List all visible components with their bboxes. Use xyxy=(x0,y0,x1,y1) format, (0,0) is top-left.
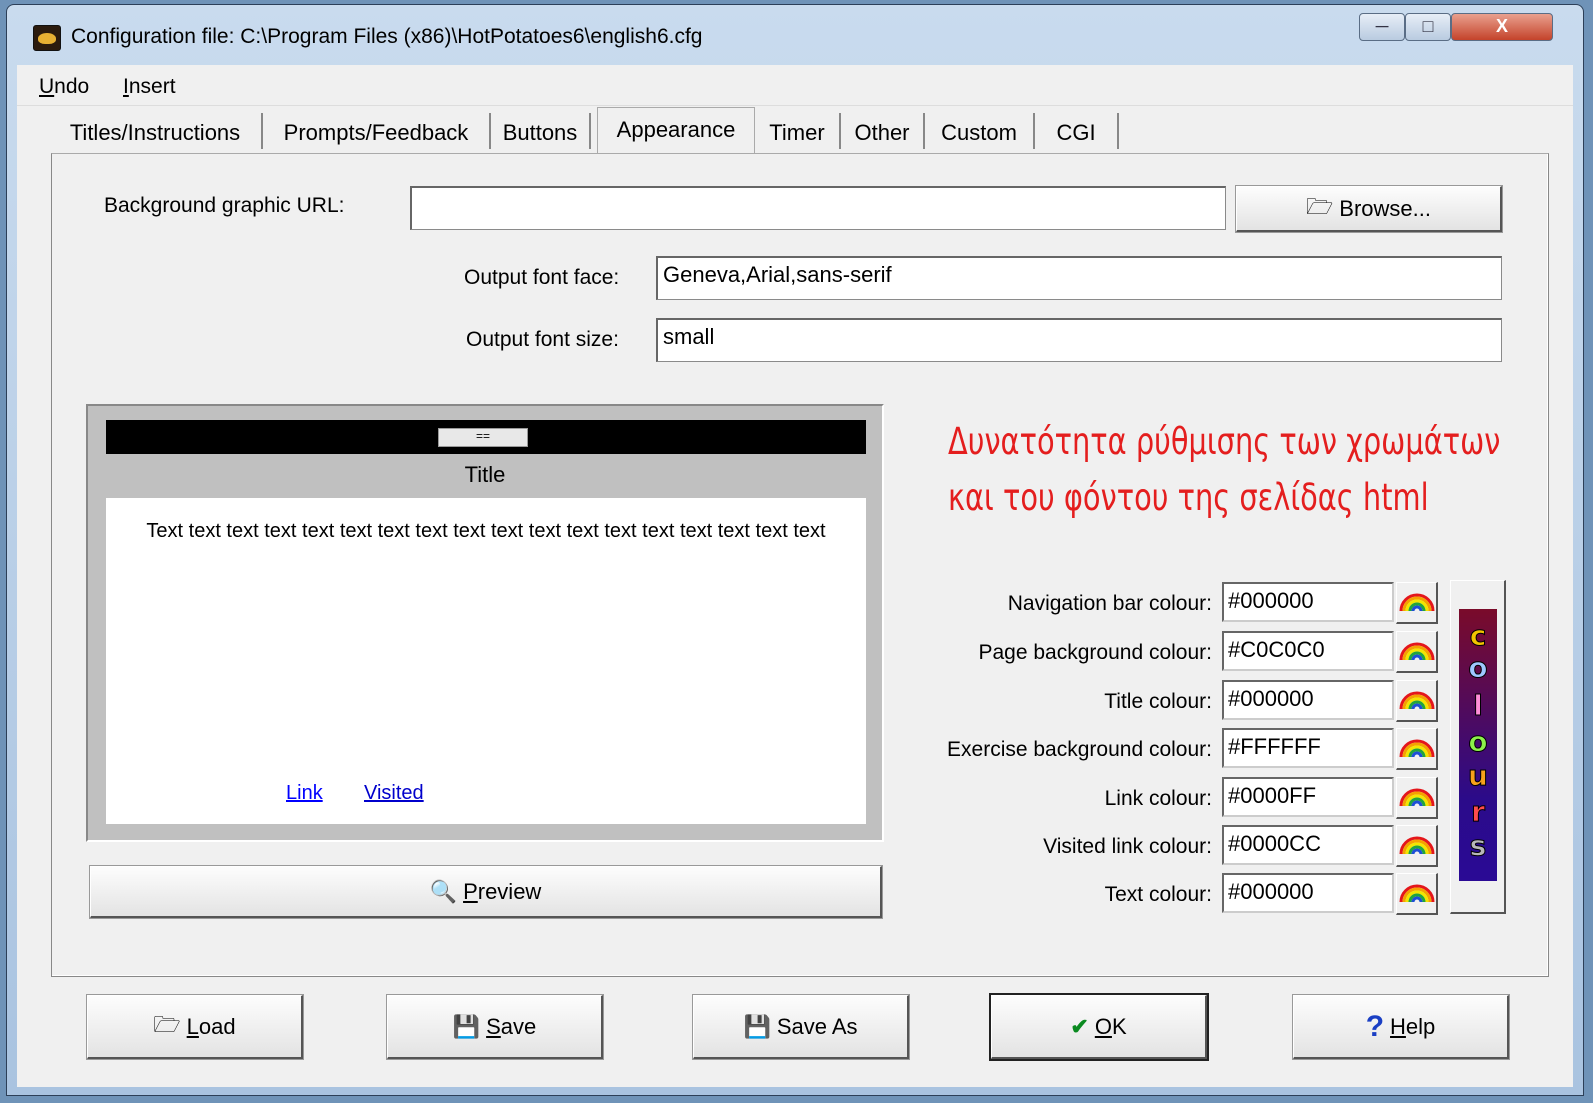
preview-nav-bar: == xyxy=(106,420,866,454)
link-colour-label: Link colour: xyxy=(1104,787,1212,810)
tab-titles-instructions[interactable]: Titles/Instructions xyxy=(49,113,263,149)
help-button-label: Help xyxy=(1390,1013,1436,1039)
colours-letter: c xyxy=(1469,619,1487,653)
exercise-bg-colour-label: Exercise background colour: xyxy=(947,738,1212,761)
preview-link: Link xyxy=(286,782,323,804)
nav-bar-colour-input[interactable]: #000000 xyxy=(1222,582,1394,622)
preview-exercise-area: Text text text text text text text text … xyxy=(106,498,866,824)
save-button[interactable]: 💾 Save xyxy=(386,994,604,1060)
menu-insert[interactable]: Insert xyxy=(123,75,176,99)
bg-url-label: Background graphic URL: xyxy=(104,194,345,217)
tab-timer[interactable]: Timer xyxy=(755,113,841,149)
text-colour-label: Text colour: xyxy=(1104,883,1212,906)
colours-letter: l xyxy=(1473,689,1484,723)
colours-letter: s xyxy=(1469,829,1487,863)
rainbow-icon xyxy=(1397,593,1437,625)
browse-button-label: Browse... xyxy=(1339,195,1431,221)
colours-letter: o xyxy=(1468,725,1488,759)
link-colour-input[interactable]: #0000FF xyxy=(1222,777,1394,817)
preview-text: Text text text text text text text text … xyxy=(146,520,826,542)
visited-link-colour-input[interactable]: #0000CC xyxy=(1222,825,1394,865)
rainbow-icon xyxy=(1397,691,1437,723)
save-button-label: Save xyxy=(486,1013,537,1039)
tab-cgi[interactable]: CGI xyxy=(1035,113,1119,149)
maximize-button[interactable]: □ xyxy=(1405,13,1451,41)
exercise-bg-colour-input[interactable]: #FFFFFF xyxy=(1222,728,1394,768)
text-colour-picker[interactable] xyxy=(1396,873,1438,915)
browse-button[interactable]: 🗁 Browse... xyxy=(1235,185,1503,233)
window-title: Configuration file: C:\Program Files (x8… xyxy=(71,25,703,48)
nav-bar-colour-label: Navigation bar colour: xyxy=(1007,592,1212,615)
load-button[interactable]: 🗁 Load xyxy=(86,994,304,1060)
title-colour-label: Title colour: xyxy=(1104,690,1212,713)
rainbow-icon xyxy=(1397,884,1437,916)
page-preview: == Title Text text text text text text t… xyxy=(86,404,884,842)
config-window: Configuration file: C:\Program Files (x8… xyxy=(6,4,1584,1096)
tab-buttons[interactable]: Buttons xyxy=(491,113,591,149)
font-size-label: Output font size: xyxy=(466,328,619,351)
annotation-line-2: και του φόντου της σελίδας html xyxy=(948,476,1429,519)
client-area: Undo Insert Titles/Instructions Prompts/… xyxy=(17,65,1573,1087)
link-colour-picker[interactable] xyxy=(1396,777,1438,819)
annotation-text: Δυνατότητα ρύθμισης των χρωμάτων και του… xyxy=(948,414,1500,526)
colours-letter: r xyxy=(1471,795,1486,829)
colours-button[interactable]: c o l o u r s xyxy=(1450,580,1506,914)
tab-other[interactable]: Other xyxy=(841,113,925,149)
load-button-label: Load xyxy=(186,1013,236,1039)
tab-custom[interactable]: Custom xyxy=(925,113,1035,149)
tab-prompts-feedback[interactable]: Prompts/Feedback xyxy=(263,113,491,149)
rainbow-icon xyxy=(1397,739,1437,771)
folder-open-icon: 🗁 xyxy=(153,1011,181,1037)
colours-letter: o xyxy=(1468,651,1488,685)
checkmark-icon: ✔ xyxy=(1070,1013,1089,1039)
preview-title: Title xyxy=(464,462,506,487)
preview-nav-button: == xyxy=(438,428,528,447)
question-mark-icon: ? xyxy=(1365,1009,1385,1043)
page-bg-colour-label: Page background colour: xyxy=(978,641,1213,664)
save-as-icon: 💾 xyxy=(743,1013,771,1039)
annotation-line-1: Δυνατότητα ρύθμισης των χρωμάτων xyxy=(948,420,1501,463)
save-as-button-label: Save As xyxy=(776,1013,858,1039)
folder-open-icon: 🗁 xyxy=(1306,193,1334,219)
hot-potato-icon xyxy=(33,25,61,51)
menu-bar: Undo Insert xyxy=(17,65,1573,106)
help-button[interactable]: ? Help xyxy=(1292,994,1510,1060)
preview-button-label: Preview xyxy=(463,878,542,904)
close-button[interactable]: X xyxy=(1451,13,1553,41)
visited-link-colour-picker[interactable] xyxy=(1396,825,1438,867)
visited-link-colour-label: Visited link colour: xyxy=(1043,835,1212,858)
ok-button[interactable]: ✔ OK xyxy=(989,993,1209,1061)
font-face-label: Output font face: xyxy=(464,266,620,289)
minimize-button[interactable]: ─ xyxy=(1359,13,1405,41)
preview-visited-link: Visited xyxy=(364,782,424,804)
page-bg-colour-input[interactable]: #C0C0C0 xyxy=(1222,631,1394,671)
rainbow-icon xyxy=(1397,836,1437,868)
exercise-bg-colour-picker[interactable] xyxy=(1396,728,1438,770)
rainbow-icon xyxy=(1397,788,1437,820)
nav-bar-colour-picker[interactable] xyxy=(1396,582,1438,624)
bg-url-input[interactable] xyxy=(410,186,1226,230)
menu-undo[interactable]: Undo xyxy=(39,75,89,99)
rainbow-icon xyxy=(1397,642,1437,674)
title-colour-input[interactable]: #000000 xyxy=(1222,680,1394,720)
font-face-input[interactable]: Geneva,Arial,sans-serif xyxy=(656,256,1502,300)
ok-button-label: OK xyxy=(1094,1013,1127,1039)
page-bg-colour-picker[interactable] xyxy=(1396,631,1438,673)
title-colour-picker[interactable] xyxy=(1396,680,1438,722)
appearance-panel: Background graphic URL: 🗁 Browse... Outp… xyxy=(51,153,1549,977)
magnifier-page-icon: 🔍 xyxy=(429,878,458,904)
title-bar[interactable]: Configuration file: C:\Program Files (x8… xyxy=(7,5,1583,65)
preview-button[interactable]: 🔍 Preview xyxy=(89,865,883,919)
colours-logo: c o l o u r s xyxy=(1459,609,1497,881)
save-as-button[interactable]: 💾 Save As xyxy=(692,994,910,1060)
tab-appearance[interactable]: Appearance xyxy=(597,107,755,153)
text-colour-input[interactable]: #000000 xyxy=(1222,873,1394,913)
floppy-disk-icon: 💾 xyxy=(452,1013,481,1039)
colours-letter: u xyxy=(1468,759,1489,793)
font-size-input[interactable]: small xyxy=(656,318,1502,362)
